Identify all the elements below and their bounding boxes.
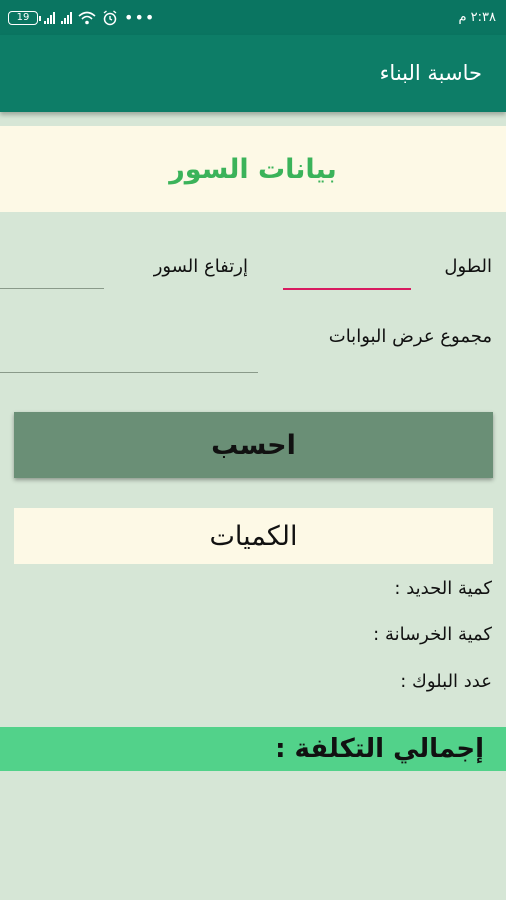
quantities-header: الكميات	[14, 508, 493, 564]
total-cost-label: إجمالي التكلفة :	[275, 734, 484, 764]
more-icon: •••	[124, 7, 156, 27]
app-bar: حاسبة البناء	[0, 35, 506, 112]
signal-icon	[61, 11, 72, 24]
status-time: ٢:٣٨ م	[458, 10, 496, 25]
status-icons: 19 •••	[8, 0, 155, 35]
gates-width-label: مجموع عرض البوابات	[328, 326, 492, 347]
wall-height-input[interactable]	[0, 256, 104, 289]
concrete-quantity-label: كمية الخرسانة :	[373, 624, 492, 645]
length-label: الطول	[444, 256, 492, 277]
app-title: حاسبة البناء	[379, 61, 482, 85]
iron-quantity-label: كمية الحديد :	[394, 578, 492, 599]
battery-level: 19	[16, 12, 30, 23]
wall-data-header: بيانات السور	[0, 126, 506, 212]
block-count-label: عدد البلوك :	[400, 671, 492, 692]
length-input[interactable]	[283, 256, 411, 290]
gates-width-input[interactable]	[0, 340, 258, 373]
quantities-title: الكميات	[209, 520, 298, 552]
signal-icon	[44, 11, 55, 24]
wifi-icon	[78, 11, 96, 24]
wall-data-title: بيانات السور	[169, 153, 337, 185]
total-cost-bar: إجمالي التكلفة :	[0, 727, 506, 771]
status-bar: 19 ••• ٢:٣٨ م	[0, 0, 506, 35]
calculate-button[interactable]: احسب	[14, 412, 493, 478]
alarm-icon	[103, 9, 117, 25]
battery-icon: 19	[8, 10, 41, 25]
wall-height-label: إرتفاع السور	[153, 256, 248, 277]
